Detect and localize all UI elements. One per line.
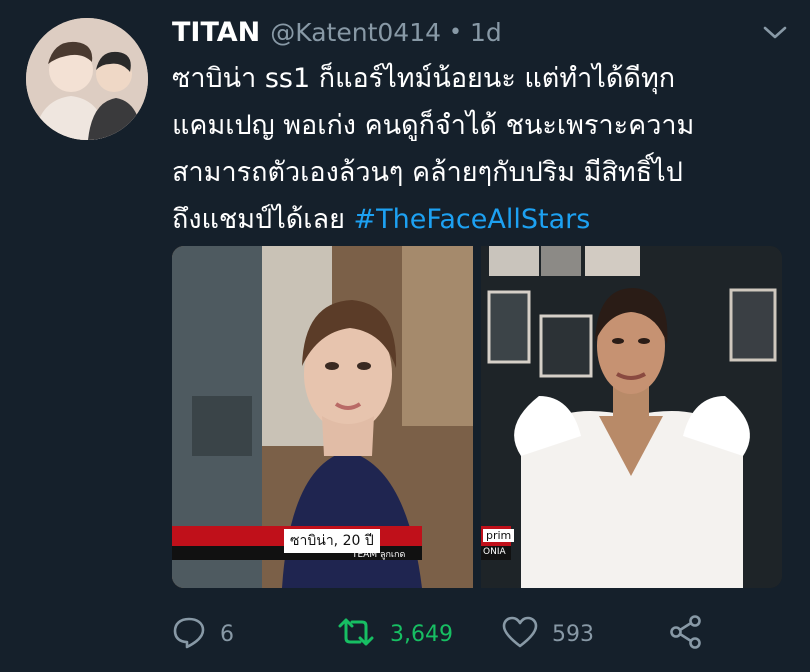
tweet-action-bar: 6 3,649 593 bbox=[172, 612, 732, 656]
tweet-text-line: แคมเปญ พอเก่ง คนดูก็จำได้ ชนะเพราะความ bbox=[172, 110, 695, 141]
tweet-media[interactable]: ซาบิน่า, 20 ปี TEAM ลูกเกด prim ONIA bbox=[172, 246, 782, 588]
tweet-text-line: สามารถตัวเองล้วนๆ คล้ายๆกับปริม มีสิทธิ์… bbox=[172, 157, 683, 188]
share-button[interactable] bbox=[668, 612, 704, 656]
tweet-timestamp[interactable]: 1d bbox=[470, 18, 502, 47]
right-caption-name: prim bbox=[483, 529, 515, 542]
author-avatar[interactable] bbox=[26, 18, 148, 140]
right-photo bbox=[481, 246, 782, 588]
like-count: 593 bbox=[552, 621, 594, 647]
retweet-count: 3,649 bbox=[390, 621, 453, 647]
left-caption-team: TEAM ลูกเกด bbox=[352, 550, 406, 560]
author-name[interactable]: TITAN bbox=[172, 17, 260, 48]
separator-dot: • bbox=[449, 19, 462, 45]
tweet-text-line: ถึงแชมป์ได้เลย #TheFaceAllStars bbox=[172, 196, 792, 243]
reply-count: 6 bbox=[220, 621, 234, 647]
retweet-icon bbox=[336, 616, 376, 652]
retweet-button[interactable]: 3,649 bbox=[336, 612, 453, 656]
media-image-left[interactable]: ซาบิน่า, 20 ปี TEAM ลูกเกด bbox=[172, 246, 473, 588]
reply-icon bbox=[172, 615, 206, 653]
tweet-text-tail: ถึงแชมป์ได้เลย bbox=[172, 204, 345, 235]
like-icon bbox=[502, 616, 538, 652]
hashtag-link[interactable]: #TheFaceAllStars bbox=[354, 204, 591, 235]
avatar-illustration bbox=[26, 18, 148, 140]
chevron-down-icon[interactable] bbox=[760, 18, 790, 48]
tweet-text: ซาบิน่า ss1 ก็แอร์ไทม์น้อยนะ แต่ทำได้ดีท… bbox=[172, 55, 792, 243]
right-caption-team: ONIA bbox=[483, 547, 506, 557]
tweet-header: TITAN @Katent0414 • 1d bbox=[172, 12, 790, 52]
share-icon bbox=[668, 614, 704, 654]
media-image-right[interactable]: prim ONIA bbox=[481, 246, 782, 588]
tweet-text-line: ซาบิน่า ss1 ก็แอร์ไทม์น้อยนะ แต่ทำได้ดีท… bbox=[172, 63, 676, 94]
like-button[interactable]: 593 bbox=[502, 612, 594, 656]
author-handle[interactable]: @Katent0414 bbox=[270, 18, 441, 47]
reply-button[interactable]: 6 bbox=[172, 612, 234, 656]
